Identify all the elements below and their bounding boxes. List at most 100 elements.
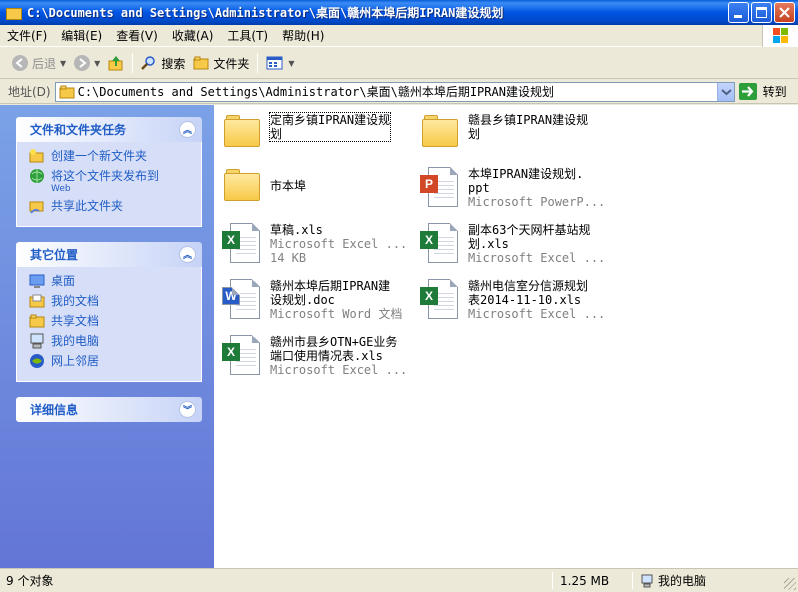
task-new-folder[interactable]: 创建一个新文件夹 [29, 148, 201, 164]
file-type: Microsoft PowerP... [468, 195, 606, 209]
other-places-header[interactable]: 其它位置 ︽ [16, 242, 202, 267]
status-zone-label: 我的电脑 [658, 574, 707, 588]
go-button[interactable]: 转到 [738, 83, 787, 100]
resize-grip-icon[interactable] [784, 578, 796, 590]
file-item[interactable]: X 副本63个天网杆基站规 划.xls Microsoft Excel ... [420, 223, 605, 269]
menu-favorites[interactable]: 收藏(A) [165, 26, 221, 46]
minimize-button[interactable] [728, 2, 749, 23]
file-tasks-panel: 文件和文件夹任务 ︽ 创建一个新文件夹 将这个文件夹发布到 Web 共享此文件夹 [16, 117, 202, 227]
file-type: Microsoft Excel ... [270, 363, 408, 377]
place-network-label: 网上邻居 [51, 354, 100, 368]
place-my-computer[interactable]: 我的电脑 [29, 333, 201, 349]
status-zone: 我的电脑 [640, 573, 706, 589]
place-desktop[interactable]: 桌面 [29, 273, 201, 289]
file-type: Microsoft Excel ... [468, 307, 606, 321]
chevron-down-icon: ▼ [60, 58, 67, 68]
menu-file[interactable]: 文件(F) [0, 26, 54, 46]
word-file-icon: W [222, 279, 262, 325]
title-bar: C:\Documents and Settings\Administrator\… [0, 0, 798, 25]
excel-file-icon: X [222, 335, 262, 381]
expand-icon[interactable]: ︾ [179, 401, 196, 418]
windows-logo-icon [762, 25, 798, 47]
file-name: 赣县乡镇IPRAN建设规 划 [468, 113, 589, 141]
details-header[interactable]: 详细信息 ︾ [16, 397, 202, 422]
status-object-count: 9 个对象 [6, 574, 54, 588]
file-item[interactable]: P 本埠IPRAN建设规划. ppt Microsoft PowerP... [420, 167, 605, 213]
file-name: 市本埠 [270, 179, 307, 193]
folders-icon [193, 55, 209, 71]
file-item[interactable]: 市本埠 [222, 167, 306, 213]
file-name: 赣州市县乡OTN+GE业务 端口使用情况表.xls [270, 335, 398, 363]
task-share-folder[interactable]: 共享此文件夹 [29, 198, 201, 214]
close-button[interactable] [774, 2, 795, 23]
search-button[interactable]: 搜索 [137, 51, 189, 75]
close-icon [779, 7, 790, 18]
new-folder-icon [29, 148, 45, 164]
file-tasks-title: 文件和文件夹任务 [30, 123, 127, 137]
folder-icon [59, 85, 75, 99]
publish-web-icon [29, 168, 45, 184]
menu-edit[interactable]: 编辑(E) [54, 26, 109, 46]
chevron-down-icon: ▼ [94, 58, 101, 68]
powerpoint-file-icon: P [420, 167, 460, 213]
go-label: 转到 [762, 85, 787, 99]
chevron-down-icon: ▼ [288, 58, 295, 68]
share-folder-icon [29, 198, 45, 214]
folders-label: 文件夹 [213, 56, 250, 71]
task-publish-web-sub: Web [51, 184, 71, 194]
folder-icon [222, 113, 262, 159]
up-button[interactable] [104, 51, 128, 75]
place-desktop-label: 桌面 [51, 274, 76, 288]
excel-file-icon: X [222, 223, 262, 269]
collapse-icon[interactable]: ︽ [179, 121, 196, 138]
file-name: 草稿.xls [270, 223, 323, 237]
file-tasks-header[interactable]: 文件和文件夹任务 ︽ [16, 117, 202, 142]
back-button[interactable]: 后退 ▼ [8, 51, 70, 75]
task-publish-web[interactable]: 将这个文件夹发布到 Web [29, 168, 201, 194]
file-size: 14 KB [270, 251, 307, 265]
other-places-panel: 其它位置 ︽ 桌面 我的文档 共享文档 我的电脑 网上邻居 [16, 242, 202, 382]
file-item[interactable]: 定南乡镇IPRAN建设规 划 [222, 112, 392, 159]
details-panel: 详细信息 ︾ [16, 397, 202, 422]
folder-up-icon [108, 55, 124, 71]
file-name: 赣州电信室分信源规划 表2014-11-10.xls [468, 279, 589, 307]
search-label: 搜索 [161, 56, 186, 71]
address-label: 地址(D) [8, 85, 51, 99]
folder-icon [420, 113, 460, 159]
place-my-documents-label: 我的文档 [51, 294, 100, 308]
place-shared-documents[interactable]: 共享文档 [29, 313, 201, 329]
place-network[interactable]: 网上邻居 [29, 353, 201, 369]
file-item[interactable]: W 赣州本埠后期IPRAN建 设规划.doc Microsoft Word 文档 [222, 279, 402, 325]
file-item[interactable]: X 草稿.xls Microsoft Excel ... 14 KB [222, 223, 407, 269]
toolbar: 后退 ▼ ▼ 搜索 文件夹 ▼ [0, 48, 798, 79]
views-button[interactable]: ▼ [262, 51, 298, 75]
file-item[interactable]: X 赣州市县乡OTN+GE业务 端口使用情况表.xls Microsoft Ex… [222, 335, 407, 381]
my-documents-icon [29, 293, 45, 309]
my-computer-icon [640, 574, 654, 588]
task-pane: 文件和文件夹任务 ︽ 创建一个新文件夹 将这个文件夹发布到 Web 共享此文件夹… [0, 105, 214, 568]
excel-file-icon: X [420, 223, 460, 269]
place-my-documents[interactable]: 我的文档 [29, 293, 201, 309]
menu-tools[interactable]: 工具(T) [220, 26, 275, 46]
my-computer-icon [29, 333, 45, 349]
address-input[interactable]: C:\Documents and Settings\Administrator\… [54, 81, 735, 102]
file-list[interactable]: 定南乡镇IPRAN建设规 划 赣县乡镇IPRAN建设规 划 市本埠 P 本埠IP… [214, 105, 798, 568]
back-label: 后退 [32, 56, 57, 71]
address-dropdown-button[interactable] [716, 82, 734, 101]
place-my-computer-label: 我的电脑 [51, 334, 100, 348]
views-icon [266, 55, 284, 71]
folders-button[interactable]: 文件夹 [189, 51, 253, 75]
task-publish-web-label: 将这个文件夹发布到 [51, 169, 160, 183]
menu-help[interactable]: 帮助(H) [275, 26, 331, 46]
chevron-down-icon [720, 88, 732, 95]
file-item[interactable]: X 赣州电信室分信源规划 表2014-11-10.xls Microsoft E… [420, 279, 605, 325]
maximize-button[interactable] [751, 2, 772, 23]
forward-button[interactable]: ▼ [70, 51, 104, 75]
file-type: Microsoft Word 文档 [270, 307, 403, 321]
folder-icon [6, 6, 22, 20]
file-item[interactable]: 赣县乡镇IPRAN建设规 划 [420, 113, 588, 159]
other-places-title: 其它位置 [30, 248, 79, 262]
menu-view[interactable]: 查看(V) [109, 26, 165, 46]
shared-documents-icon [29, 313, 45, 329]
collapse-icon[interactable]: ︽ [179, 246, 196, 263]
